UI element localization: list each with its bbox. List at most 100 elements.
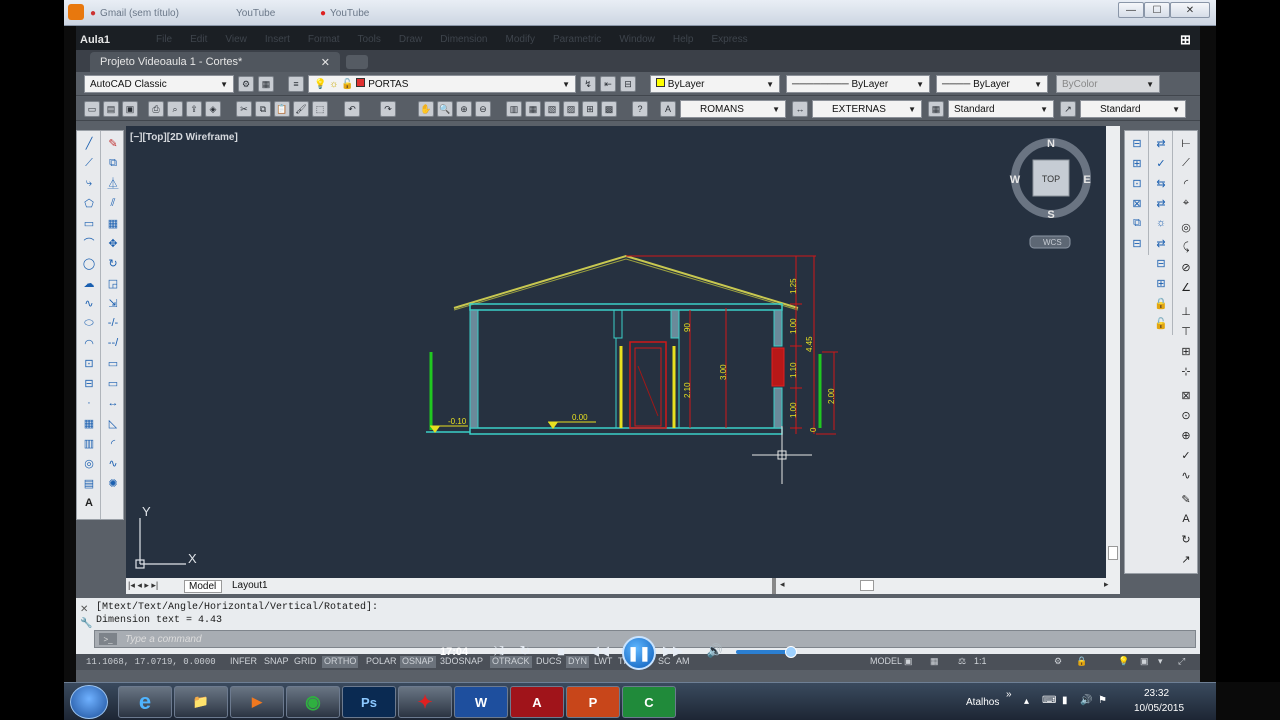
toggle-ortho[interactable]: ORTHO (322, 656, 359, 668)
dim-space-icon[interactable]: ⊹ (1178, 363, 1194, 379)
compass-n[interactable]: N (1047, 138, 1055, 150)
dim-linear-icon[interactable]: ⊢ (1178, 135, 1194, 151)
tray-signal-icon[interactable]: ▮ (1062, 695, 1068, 706)
polygon-icon[interactable]: ⬠ (81, 195, 97, 211)
layer-change-icon[interactable]: ⊞ (1129, 155, 1145, 171)
compass-e[interactable]: E (1083, 174, 1090, 186)
table-style-select[interactable]: Standard ▼ (948, 100, 1054, 118)
menu-file[interactable]: File (156, 34, 172, 45)
fast-forward-icon[interactable]: ▶▶ (663, 642, 683, 660)
dim-text-1-00-top[interactable]: 1.00 (789, 318, 798, 334)
layer-delete-icon[interactable]: ⊞ (1153, 275, 1169, 291)
menu-window[interactable]: Window (619, 34, 655, 45)
new-tab-button[interactable] (346, 55, 368, 69)
hatch-icon[interactable]: ▦ (81, 415, 97, 431)
layer-isolate-icon[interactable]: ⊡ (1129, 175, 1145, 191)
dim-ordinate-icon[interactable]: ⌖ (1178, 195, 1194, 211)
linetype-select[interactable]: ──────── ByLayer ▼ (786, 75, 930, 93)
roof-outline[interactable] (453, 254, 799, 309)
clean-screen-icon[interactable]: ⤢ (1176, 656, 1187, 668)
stretch-icon[interactable]: ⇲ (105, 295, 121, 311)
table-style-icon[interactable]: ▦ (928, 101, 944, 117)
calculator-icon[interactable]: ▩ (601, 101, 617, 117)
taskbar-powerpoint-icon[interactable]: P (566, 686, 620, 718)
coordinates-readout[interactable]: 11.1068, 17.0719, 0.0000 (86, 657, 216, 667)
tray-up-icon[interactable]: ▴ (1024, 696, 1029, 707)
gear-icon[interactable]: ⚙ (238, 76, 254, 92)
publish-icon[interactable]: ⇪ (186, 101, 202, 117)
volume-knob[interactable] (785, 646, 797, 658)
dim-style-manager-icon[interactable]: ↗ (1178, 551, 1194, 567)
break-point-icon[interactable]: ▭ (105, 355, 121, 371)
ellipse-arc-icon[interactable]: ◠ (81, 335, 97, 351)
dim-text-90[interactable]: 90 (683, 323, 692, 332)
tolerance-icon[interactable]: ⊙ (1178, 407, 1194, 423)
paste-icon[interactable]: 📋 (274, 101, 290, 117)
rotate-icon[interactable]: ↻ (105, 255, 121, 271)
mleader-style-select[interactable]: Standard ▼ (1080, 100, 1186, 118)
zoom-previous-icon[interactable]: ⊖ (475, 101, 491, 117)
point-icon[interactable]: · (81, 395, 97, 411)
cut-icon[interactable]: ✂ (236, 101, 252, 117)
lock-ui-icon[interactable]: 🔒 (1074, 656, 1089, 668)
scroll-left-arrow[interactable]: ◂ (780, 579, 785, 590)
horizontal-scroll-thumb[interactable] (860, 580, 874, 591)
dim-continue-icon[interactable]: ⊞ (1178, 343, 1194, 359)
extend-icon[interactable]: --/ (105, 335, 121, 351)
tab-layout1[interactable]: Layout1 (226, 580, 272, 593)
spline-icon[interactable]: ∿ (81, 295, 97, 311)
layer-lock-icon[interactable]: ☼ (1153, 215, 1169, 231)
toggle-grid[interactable]: GRID (292, 656, 319, 668)
mtext-icon[interactable]: A (81, 495, 97, 511)
workspace-select[interactable]: AutoCAD Classic ▼ (84, 75, 234, 93)
layer-unlock-icon[interactable]: ⇄ (1153, 235, 1169, 251)
tab-model[interactable]: Model (184, 580, 222, 593)
workspace-switch-icon[interactable]: ⚙ (1052, 656, 1064, 668)
dim-update-icon[interactable]: ↻ (1178, 531, 1194, 547)
arc-icon[interactable]: ⌒ (81, 235, 97, 251)
annotation-scale[interactable]: 1:1 (972, 656, 989, 668)
taskbar-explorer-icon[interactable]: 📁 (174, 686, 228, 718)
undo-icon[interactable]: ↶ (344, 101, 360, 117)
text-style-icon[interactable]: A (660, 101, 676, 117)
layer-off-icon[interactable]: ⇄ (1153, 135, 1169, 151)
toggle-snap[interactable]: SNAP (262, 656, 291, 668)
gradient-icon[interactable]: ▥ (81, 435, 97, 451)
scroll-right-arrow[interactable]: ▸ (1104, 579, 1109, 590)
preview-icon[interactable]: ⌕ (167, 101, 183, 117)
house-section[interactable]: 1.25 1.00 1.10 1.00 4.45 2.00 3.00 2.10 … (426, 254, 838, 435)
tray-network-icon[interactable]: ⌨ (1042, 695, 1056, 706)
break-icon[interactable]: ▭ (105, 375, 121, 391)
3d-print-icon[interactable]: ◈ (205, 101, 221, 117)
zoom-window-icon[interactable]: ⊕ (456, 101, 472, 117)
polyline-icon[interactable]: ⤷ (81, 175, 97, 191)
workspace-icon[interactable]: ▦ (258, 76, 274, 92)
tray-label[interactable]: Atalhos (966, 697, 999, 708)
document-tab[interactable]: Projeto Videoaula 1 - Cortes* ✕ (90, 52, 340, 72)
dim-arc-icon[interactable]: ◜ (1178, 175, 1194, 191)
layer-previous-icon[interactable]: ⇤ (600, 76, 616, 92)
maximize-button[interactable]: ☐ (1144, 2, 1170, 18)
dim-text-1-00-bottom[interactable]: 1.00 (789, 402, 798, 418)
tool-palettes-icon[interactable]: ▧ (544, 101, 560, 117)
quick-view-drawings-icon[interactable]: ▦ (928, 656, 941, 668)
drawing-canvas[interactable]: TOP N S E W WCS Y X 1.25 1.00 1.10 1.00 … (126, 126, 1106, 578)
mid-wall-1-top[interactable] (613, 309, 623, 339)
start-button[interactable] (70, 685, 108, 719)
color-select[interactable]: ByLayer ▼ (650, 75, 780, 93)
ceiling-slab[interactable] (469, 303, 783, 311)
rectangle-icon[interactable]: ▭ (81, 215, 97, 231)
compass-s[interactable]: S (1047, 209, 1054, 221)
layer-properties-icon[interactable]: ≡ (288, 76, 304, 92)
dim-radius-icon[interactable]: ◎ (1178, 219, 1194, 235)
inspection-icon[interactable]: ✓ (1178, 447, 1194, 463)
dim-baseline-icon[interactable]: ⊤ (1178, 323, 1194, 339)
layer-thaw-icon[interactable]: ⇄ (1153, 195, 1169, 211)
menu-insert[interactable]: Insert (265, 34, 290, 45)
left-wall[interactable] (469, 309, 479, 429)
copy-object-icon[interactable]: ⧉ (105, 155, 121, 171)
new-icon[interactable]: ▭ (84, 101, 100, 117)
revcloud-icon[interactable]: ☁ (81, 275, 97, 291)
dim-diameter-icon[interactable]: ⊘ (1178, 259, 1194, 275)
model-space-toggle[interactable]: MODEL (868, 656, 904, 668)
